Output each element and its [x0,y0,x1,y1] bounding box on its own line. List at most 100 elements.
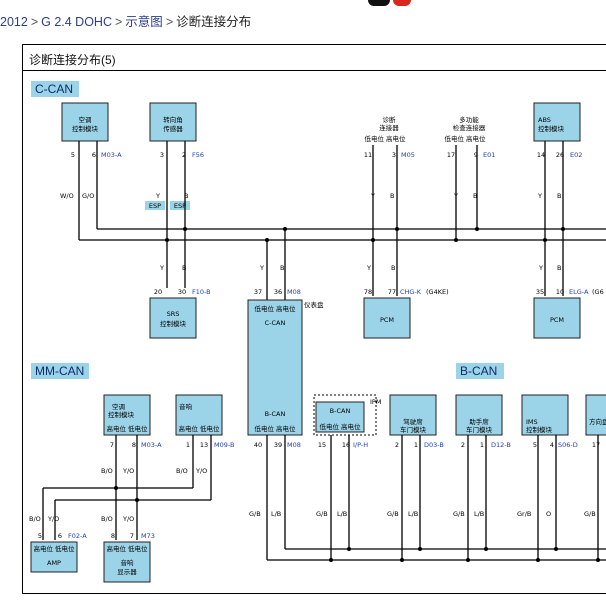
pin-level: 高电位 低电位 [106,424,148,433]
module-steer-sensor: 转向角 传感器 3 2 F56 Y B ESP ESP [145,102,204,210]
wire-color: G/B [387,510,399,518]
wire-color: G/B [249,510,261,518]
pin-number: 17 [592,441,600,449]
pin-number: 11 [364,151,372,159]
pin-number: 35 [536,288,544,296]
module-name-text: 助手席 [469,417,489,426]
pin-level: 低电位 高电位 [364,134,406,143]
wire-color: Y/O [47,515,59,523]
wire-color: Y [366,264,371,272]
wire-color: B/O [176,467,188,475]
engine-variant: (G6 [592,288,604,296]
module-box [149,297,197,339]
connector-code: F10-B [192,288,211,296]
wire-color: Y/O [122,467,134,475]
connector-code: M09-B [214,441,234,449]
pin-number: 5 [71,151,75,159]
module-name-text: SRS [167,310,180,318]
connector-code: I/P-H [353,441,368,449]
bus-name: C-CAN [265,319,286,327]
bus-name: B-CAN [265,410,286,418]
module-audio-display: 8 7 M73 高电位 低电位 音响 显示器 [103,532,155,583]
module-aircon: 空调 控制模块 5 6 M03-A W/O G/O [60,102,122,200]
pin-number: 1 [186,441,190,449]
wire-color: Y/O [195,467,207,475]
module-bcan-ipm: IPM B-CAN 低电位 高电位 15 16 I/P-H [313,394,381,449]
connector-code: M05 [401,151,415,159]
connector-code: F56 [192,151,204,159]
pin-number: 78 [364,288,372,296]
wire-color: Y [538,264,543,272]
wire-color: Y [159,264,164,272]
module-name-text: 车门模块 [400,425,427,434]
module-name-text: 音响 [179,402,193,411]
module-name-text: 连接器 [379,123,399,132]
wire-color: B [280,264,284,272]
module-srs: 20 30 F10-B SRS 控制模块 [149,288,211,339]
pin-number: 13 [200,441,208,449]
module-diag-connector: 诊断 连接器 低电位 高电位 11 3 M05 Y B [364,115,415,200]
module-box [585,394,606,436]
connector-code: E01 [483,151,495,159]
module-name-text: PCM [550,316,564,324]
module-audio: 音响 高电位 低电位 1 13 M09-B [175,394,234,449]
module-name-text: ABS [538,116,551,124]
module-name-text: 控制模块 [72,124,99,133]
module-name-text: 检查连接器 [453,123,486,132]
module-name-text: 驾驶席 [403,417,423,426]
pin-number: 5 [38,532,42,540]
connector-code: S06-D [558,441,578,449]
wire-color: Y [259,264,264,272]
ccan-bus-wires [78,141,606,300]
engine-variant: (G4KE) [426,288,449,296]
wire-color: L/B [271,510,281,518]
wire-color: Y [537,192,542,200]
wire-color: B [557,192,561,200]
wire-color: B [557,264,561,272]
module-abs: ABS 控制模块 14 26 E02 Y B [533,102,582,200]
pin-number: 20 [154,288,162,296]
pin-number: 5 [533,441,537,449]
wire-color: G/B [316,510,328,518]
pin-number: 14 [537,151,545,159]
module-name-text: 仪表盘 [304,300,324,309]
connector-code: M08 [287,441,301,449]
module-name-text: 控制模块 [538,124,565,133]
module-pcm-1: 78 77 CHG-K (G4KE) PCM [363,288,449,339]
module-mm-aircon: 空调 控制模块 高电位 低电位 7 8 M03-A [103,394,162,449]
pin-number: 6 [92,151,96,159]
drop-wire-labels: Y B Y B Y B Y B [159,264,561,272]
module-amp: 5 6 F02-A 高电位 低电位 AMP [30,532,87,573]
pin-number: 7 [130,532,134,540]
wiring-diagram: 空调 控制模块 5 6 M03-A W/O G/O 转向角 传感器 3 2 F5… [29,102,606,583]
pin-level: 低电位 高电位 [254,424,296,433]
wire-color: B/O [101,515,113,523]
pin-number: 8 [132,441,136,449]
pin-number: 40 [254,441,262,449]
wire-color: L/B [408,510,418,518]
module-name-text: 方向盘 [589,417,606,426]
ipm-label: IPM [370,398,381,406]
wire-color: L/B [474,510,484,518]
pin-number: 37 [254,288,262,296]
module-name-text: 传感器 [163,124,183,133]
module-name-text: 显示器 [117,568,137,576]
wire-color: B [182,264,186,272]
module-name-text: 音响 [121,558,135,567]
module-name-text: 转向角 [163,115,183,124]
module-name-text: 多功能 [459,115,479,124]
pin-level: 低电位 高电位 [254,304,296,313]
pin-number: 6 [58,532,62,540]
pin-number: 3 [160,151,164,159]
pin-number: 17 [447,151,455,159]
module-name-text: PCM [380,316,394,324]
connector-code: F02-A [68,532,87,540]
pin-number: 77 [388,288,396,296]
connector-code: E02 [570,151,582,159]
module-ims: IMS 控制模块 5 4 S06-D [521,394,578,449]
pin-number: 7 [110,441,114,449]
wire-color: Y [155,192,160,200]
pin-number: 1 [414,441,418,449]
module-cluster: 37 36 M08 仪表盘 低电位 高电位 C-CAN B-CAN 低电位 高电… [247,288,324,449]
pin-level: 低电位 高电位 [444,134,486,143]
